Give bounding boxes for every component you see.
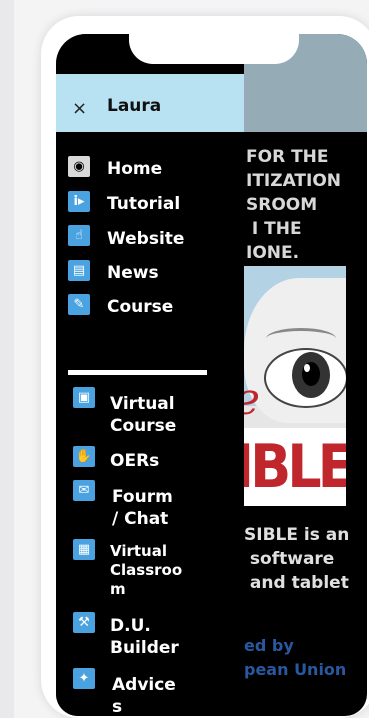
- user-name: Laura: [107, 96, 162, 116]
- news-icon: ▤: [68, 260, 90, 281]
- menu-item-du-builder[interactable]: ⚒ D.U. Builder: [73, 612, 179, 659]
- menu-item-virtual-classroom[interactable]: ▦ Virtual Classroo m: [73, 539, 182, 599]
- menu-item-home[interactable]: ◉ Home: [68, 156, 162, 180]
- phone-screen: FOR THE ITIZATION SROOM I THE IONE. e IB…: [56, 34, 367, 716]
- info-play-icon: i▸: [68, 191, 90, 212]
- poster-title: IBLE: [234, 428, 346, 506]
- close-icon[interactable]: ×: [72, 98, 87, 119]
- menu-item-label: Tutorial: [107, 194, 181, 214]
- menu-item-label: D.U. Builder: [110, 616, 179, 658]
- menu-item-label: Home: [107, 159, 163, 179]
- app-poster-image: e IBLE: [234, 266, 346, 506]
- course-icon: ✎: [68, 294, 90, 315]
- background-description: SIBLE is an software and tablet: [244, 525, 350, 593]
- classroom-icon: ▦: [73, 539, 95, 560]
- menu-item-tutorial[interactable]: i▸ Tutorial: [68, 191, 180, 215]
- menu-item-label: Virtual Classroo m: [110, 542, 183, 598]
- eye-icon: ◉: [68, 156, 90, 177]
- builder-icon: ⚒: [73, 612, 95, 633]
- phone-notch: [129, 34, 299, 64]
- pointer-icon: ☝: [68, 225, 90, 246]
- navigation-drawer: × Laura ◉ Home i▸ Tutorial ☝ Website ▤ N…: [56, 34, 244, 716]
- menu-item-label: Fourm / Chat: [112, 487, 173, 529]
- left-edge-strip: [0, 0, 14, 718]
- menu-item-advices[interactable]: ✦ Advice s: [73, 668, 176, 716]
- chat-icon: ✉: [73, 480, 95, 501]
- menu-item-website[interactable]: ☝ Website: [68, 225, 184, 250]
- background-heading: FOR THE ITIZATION SROOM I THE IONE.: [246, 147, 342, 263]
- menu-item-label: OERs: [110, 451, 160, 471]
- menu-item-label: Course: [107, 297, 174, 317]
- menu-item-label: Virtual Course: [110, 394, 177, 436]
- menu-item-label: News: [107, 263, 159, 283]
- menu-item-course[interactable]: ✎ Course: [68, 294, 173, 318]
- menu-divider: [68, 370, 207, 375]
- menu-item-news[interactable]: ▤ News: [68, 260, 159, 284]
- hand-icon: ✋: [73, 446, 95, 467]
- menu-item-virtual-course[interactable]: ▣ Virtual Course: [73, 387, 176, 437]
- menu-item-label: Website: [107, 229, 185, 249]
- menu-item-forum-chat[interactable]: ✉ Fourm / Chat: [73, 480, 173, 530]
- drawer-header: × Laura: [56, 74, 244, 132]
- background-funding: ed by pean Union: [244, 636, 347, 679]
- menu-item-oers[interactable]: ✋ OERs: [73, 446, 159, 472]
- phone-frame: FOR THE ITIZATION SROOM I THE IONE. e IB…: [41, 16, 369, 718]
- menu-item-label: Advice s: [112, 675, 176, 716]
- lightbulb-icon: ✦: [73, 668, 95, 689]
- folder-icon: ▣: [73, 387, 95, 408]
